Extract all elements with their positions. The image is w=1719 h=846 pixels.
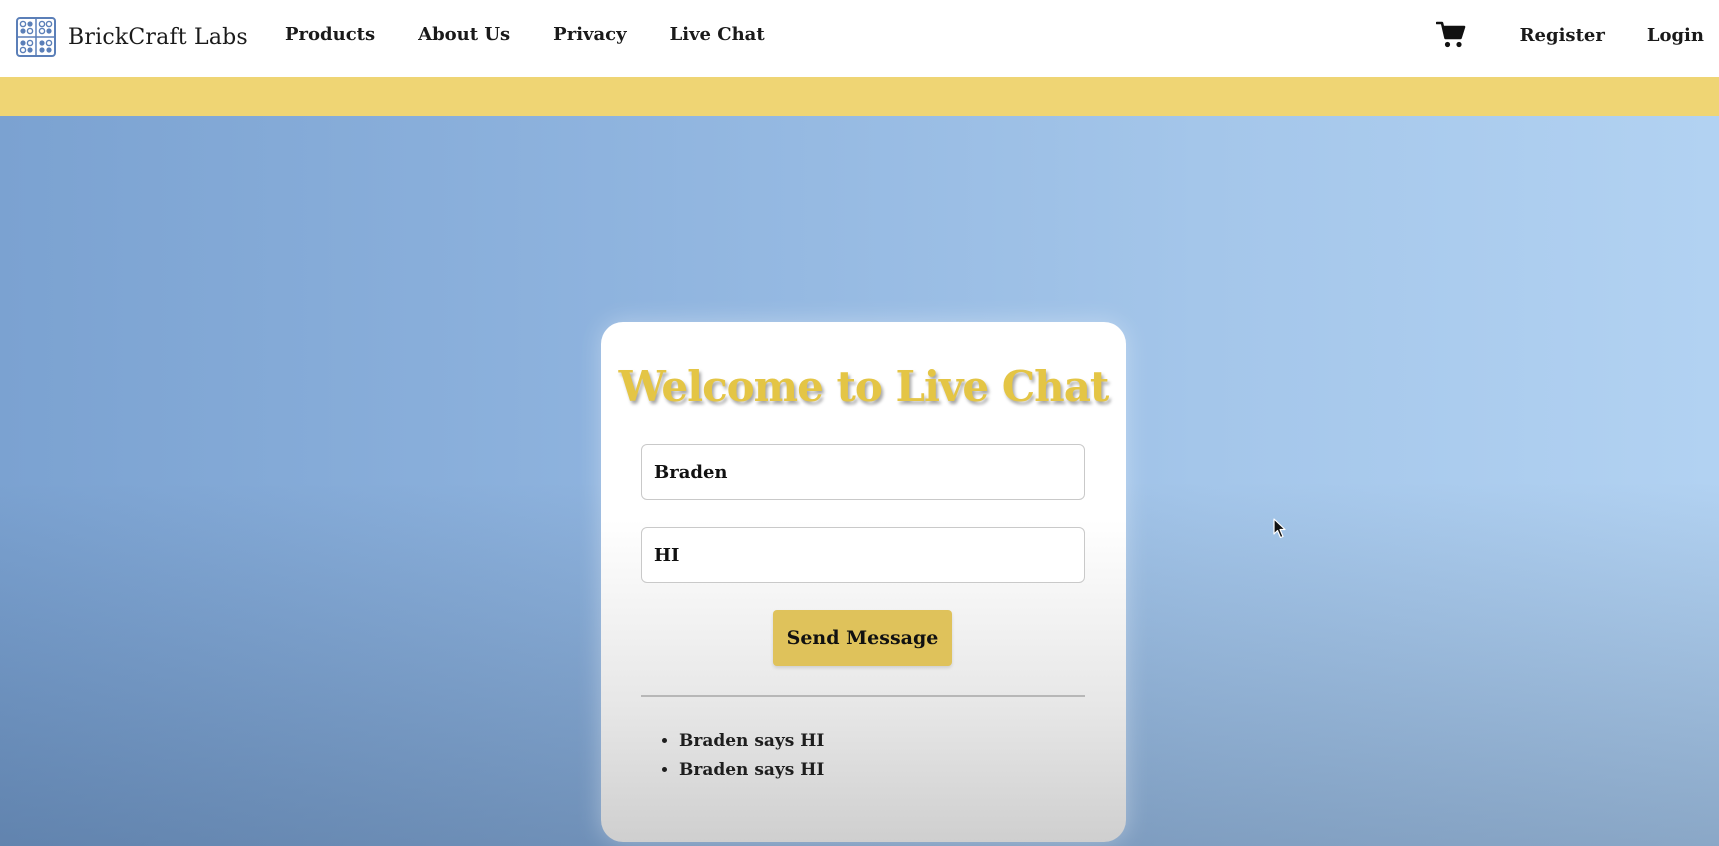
nav-link-products[interactable]: Products: [285, 24, 375, 45]
divider: [641, 695, 1085, 697]
brand-name: BrickCraft Labs: [68, 24, 248, 50]
message-input[interactable]: [641, 527, 1085, 583]
nav-right: Register Login: [1435, 20, 1704, 50]
shopping-cart-icon[interactable]: [1435, 20, 1466, 50]
nav-link-privacy[interactable]: Privacy: [553, 24, 626, 45]
top-navbar: BrickCraft Labs Products About Us Privac…: [0, 0, 1719, 77]
send-message-button[interactable]: Send Message: [773, 610, 952, 666]
main-nav: Products About Us Privacy Live Chat: [285, 24, 765, 45]
nav-link-about-us[interactable]: About Us: [418, 24, 510, 45]
message-list: Braden says HI Braden says HI: [679, 727, 824, 785]
mouse-pointer-icon: [1273, 518, 1286, 539]
accent-banner: [0, 77, 1719, 116]
brand[interactable]: BrickCraft Labs: [16, 16, 248, 58]
message-item: Braden says HI: [679, 756, 824, 785]
grid-logo-icon: [16, 17, 56, 57]
nav-link-live-chat[interactable]: Live Chat: [670, 24, 765, 45]
message-item: Braden says HI: [679, 727, 824, 756]
register-link[interactable]: Register: [1520, 25, 1605, 46]
live-chat-card: Welcome to Live Chat Send Message Braden…: [601, 322, 1126, 842]
login-link[interactable]: Login: [1647, 25, 1704, 46]
name-input[interactable]: [641, 444, 1085, 500]
chat-title: Welcome to Live Chat: [618, 362, 1110, 411]
